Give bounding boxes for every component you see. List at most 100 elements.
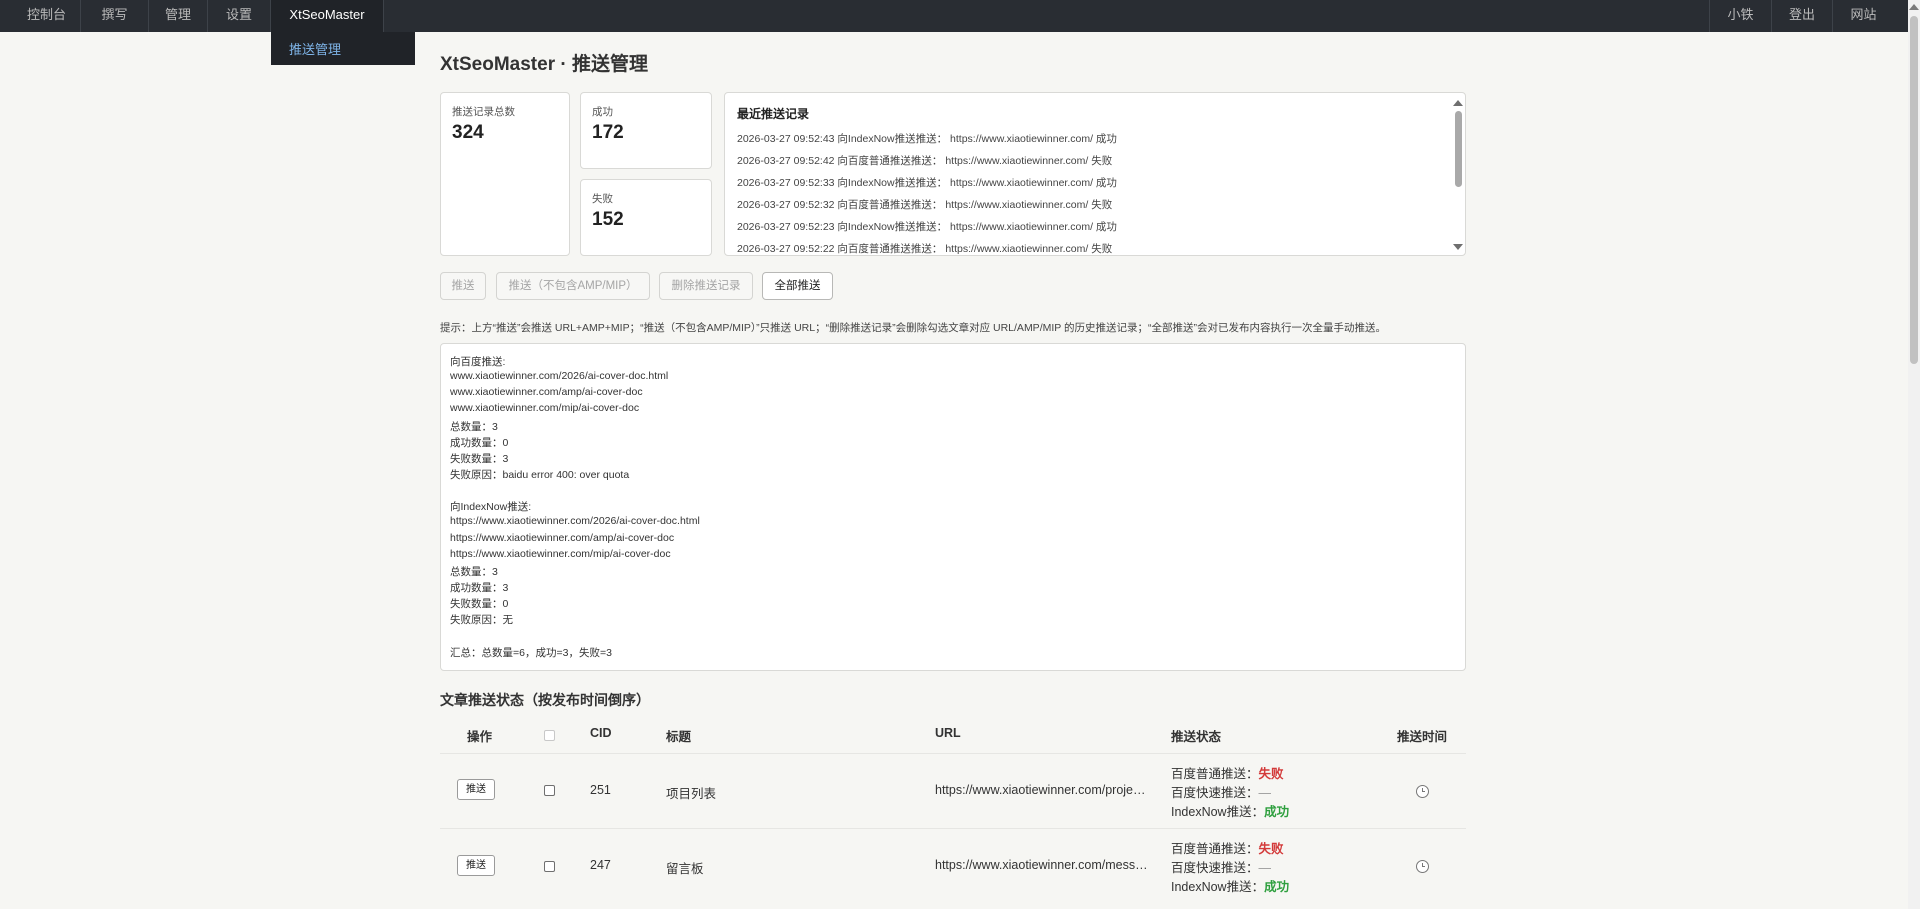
log-line: 2026-03-27 09:52:22 向百度普通推送推送： https://w… [737,243,1113,255]
page-title: XtSeoMaster · 推送管理 [440,54,648,75]
status-label: 百度快速推送： [1171,861,1259,875]
status-value: — [1258,861,1272,875]
log-line: 2026-03-27 09:52:43 向IndexNow推送推送： https… [737,133,1117,145]
result-line: 总数量：3 [450,421,498,433]
fail-value: 152 [592,209,624,230]
table-divider [440,828,1466,829]
status-baidu-fast: 百度快速推送：— [1171,857,1271,876]
col-header-status: 推送状态 [1171,730,1222,744]
push-without-amp-button[interactable]: 推送（不包含AMP/MIP） [496,272,650,300]
result-line: 成功数量：3 [450,582,509,594]
submenu-push-management[interactable]: 推送管理 [289,39,341,58]
clock-icon [1416,860,1429,873]
push-all-button[interactable]: 全部推送 [762,272,833,300]
col-header-url: URL [935,726,961,740]
status-label: 百度普通推送： [1171,842,1259,856]
result-line: https://www.xiaotiewinner.com/2026/ai-co… [450,515,700,527]
status-indexnow: IndexNow推送：成功 [1171,801,1289,820]
row-url[interactable]: https://www.xiaotiewinner.com/projects/ [935,783,1151,797]
nav-manage[interactable]: 管理 [149,0,207,32]
total-records-label: 推送记录总数 [452,106,515,118]
result-line: www.xiaotiewinner.com/2026/ai-cover-doc.… [450,370,669,382]
result-line: 失败数量：0 [450,598,509,610]
status-value: 成功 [1264,805,1290,819]
nav-divider [383,0,384,32]
total-records-card: 推送记录总数 324 [440,92,570,256]
total-records-value: 324 [452,122,484,143]
xtseomaster-submenu: 推送管理 [271,32,415,65]
result-line: 汇总：总数量=6，成功=3，失败=3 [450,647,612,659]
status-label: 百度快速推送： [1171,786,1259,800]
fail-label: 失败 [592,193,613,205]
delete-records-button[interactable]: 删除推送记录 [659,272,753,300]
select-all-checkbox[interactable] [544,730,555,741]
hint-text: 提示：上方“推送”会推送 URL+AMP+MIP；“推送（不包含AMP/MIP）… [440,322,1386,334]
status-label: IndexNow推送： [1171,805,1265,819]
result-line: 总数量：3 [450,566,498,578]
clock-icon [1416,785,1429,798]
success-value: 172 [592,122,624,143]
scroll-up-arrow-icon[interactable] [1453,100,1463,106]
nav-settings[interactable]: 设置 [208,0,270,32]
status-value: 失败 [1258,842,1284,856]
status-value: 成功 [1264,880,1290,894]
log-line: 2026-03-27 09:52:42 向百度普通推送推送： https://w… [737,155,1113,167]
row-url[interactable]: https://www.xiaotiewinner.com/message/ [935,858,1151,872]
status-label: IndexNow推送： [1171,880,1265,894]
row-checkbox[interactable] [544,785,555,796]
fail-card: 失败 152 [580,179,712,256]
result-line: 向IndexNow推送: [450,501,532,513]
status-label: 百度普通推送： [1171,767,1259,781]
log-line: 2026-03-27 09:52:23 向IndexNow推送推送： https… [737,221,1117,233]
success-label: 成功 [592,106,613,118]
status-baidu-fast: 百度快速推送：— [1171,782,1271,801]
row-cid: 247 [590,858,611,872]
row-title: 项目列表 [666,787,717,801]
row-title: 留言板 [666,862,704,876]
article-status-title: 文章推送状态（按发布时间倒序） [440,692,650,708]
success-card: 成功 172 [580,92,712,169]
push-button[interactable]: 推送 [440,272,486,300]
result-line: 失败数量：3 [450,453,509,465]
col-header-action: 操作 [467,730,493,744]
result-line: www.xiaotiewinner.com/amp/ai-cover-doc [450,386,643,398]
row-cid: 251 [590,783,611,797]
log-line: 2026-03-27 09:52:32 向百度普通推送推送： https://w… [737,199,1113,211]
col-header-time: 推送时间 [1397,730,1448,744]
status-baidu-normal: 百度普通推送：失败 [1171,838,1284,857]
row-push-button[interactable]: 推送 [457,855,495,876]
result-line: 失败原因：baidu error 400: over quota [450,469,630,481]
result-line: 成功数量：0 [450,437,509,449]
row-push-button[interactable]: 推送 [457,779,495,800]
nav-user[interactable]: 小铁 [1710,0,1771,32]
status-indexnow: IndexNow推送：成功 [1171,876,1289,895]
col-header-title: 标题 [666,730,692,744]
result-line: 向百度推送: [450,356,506,368]
push-result-output: 向百度推送: www.xiaotiewinner.com/2026/ai-cov… [440,343,1466,671]
result-line: https://www.xiaotiewinner.com/amp/ai-cov… [450,532,675,544]
nav-website[interactable]: 网站 [1833,0,1894,32]
status-value: 失败 [1258,767,1284,781]
status-baidu-normal: 百度普通推送：失败 [1171,763,1284,782]
log-line: 2026-03-27 09:52:33 向IndexNow推送推送： https… [737,177,1117,189]
row-checkbox[interactable] [544,861,555,872]
result-line: www.xiaotiewinner.com/mip/ai-cover-doc [450,402,640,414]
log-scrollbar[interactable] [1452,94,1464,254]
recent-push-log[interactable]: 最近推送记录 2026-03-27 09:52:43 向IndexNow推送推送… [724,92,1466,256]
top-navbar: 控制台 撰写 管理 设置 XtSeoMaster 小铁 登出 网站 [0,0,1920,32]
page-scroll-thumb[interactable] [1910,16,1918,364]
nav-xtseomaster[interactable]: XtSeoMaster [271,0,383,32]
col-header-cid: CID [590,726,612,740]
scroll-up-arrow-icon[interactable] [1909,4,1919,10]
scroll-thumb[interactable] [1455,111,1462,187]
page-scrollbar[interactable] [1908,0,1920,909]
result-line: https://www.xiaotiewinner.com/mip/ai-cov… [450,548,671,560]
nav-logout[interactable]: 登出 [1772,0,1832,32]
table-divider [440,753,1466,754]
nav-dashboard[interactable]: 控制台 [14,0,79,32]
nav-write[interactable]: 撰写 [81,0,148,32]
recent-push-log-title: 最近推送记录 [737,107,810,121]
result-line: 失败原因：无 [450,614,513,626]
scroll-down-arrow-icon[interactable] [1453,244,1463,250]
status-value: — [1258,786,1272,800]
